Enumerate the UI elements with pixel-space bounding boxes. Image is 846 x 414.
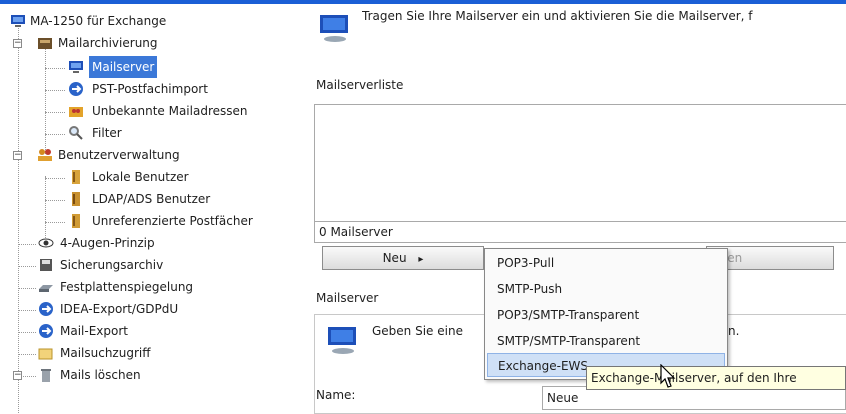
mailserver-list[interactable] bbox=[314, 104, 846, 222]
tree-label: Mail-Export bbox=[60, 324, 128, 338]
search-folder-icon bbox=[38, 345, 54, 361]
list-title: Mailserverliste bbox=[316, 78, 404, 92]
tree-item-mailarchivierung[interactable]: − Mailarchivierung bbox=[0, 32, 300, 54]
import-arrow-icon bbox=[68, 81, 84, 97]
tree-label: Sicherungsarchiv bbox=[60, 258, 164, 272]
users-warning-icon bbox=[68, 103, 84, 119]
tree-item-unreferenzierte[interactable]: Unreferenzierte Postfächer bbox=[0, 210, 310, 232]
mailbox-book-icon bbox=[68, 213, 84, 229]
harddrive-icon bbox=[38, 279, 54, 295]
tree-label: IDEA-Export/GDPdU bbox=[60, 302, 179, 316]
tree-item-ldap-benutzer[interactable]: LDAP/ADS Benutzer bbox=[0, 188, 300, 210]
trash-icon bbox=[38, 367, 54, 383]
collapse-icon[interactable]: − bbox=[13, 371, 22, 380]
tree-label: 4-Augen-Prinzip bbox=[60, 236, 155, 250]
disk-icon bbox=[38, 257, 54, 273]
menu-item-pop3-smtp-transparent[interactable]: POP3/SMTP-Transparent bbox=[487, 303, 725, 327]
directory-book-icon bbox=[68, 191, 84, 207]
tree-label: Filter bbox=[92, 126, 122, 140]
magnifier-icon bbox=[68, 125, 84, 141]
mailserver-large-icon bbox=[318, 12, 352, 44]
tree-label-selected: Mailserver bbox=[89, 56, 158, 78]
name-label: Name: bbox=[316, 388, 356, 402]
user-book-icon bbox=[68, 169, 84, 185]
name-field-value: Neue bbox=[547, 391, 579, 405]
mailserver-large-icon bbox=[326, 324, 360, 356]
mailserver-icon bbox=[68, 59, 84, 75]
navigation-tree[interactable]: MA-1250 für Exchange − Mailarchivierung … bbox=[0, 4, 310, 414]
menu-item-label: POP3/SMTP-Transparent bbox=[497, 308, 640, 322]
menu-item-pop3-pull[interactable]: POP3-Pull bbox=[487, 251, 725, 275]
tree-item-vier-augen[interactable]: 4-Augen-Prinzip bbox=[0, 232, 300, 254]
tree-label: MA-1250 für Exchange bbox=[30, 14, 167, 28]
archive-box-icon bbox=[37, 35, 53, 51]
tree-item-mailserver[interactable]: Mailserver bbox=[0, 56, 300, 78]
tree-item-benutzerverwaltung[interactable]: − Benutzerverwaltung bbox=[0, 144, 300, 166]
tree-item-sicherungsarchiv[interactable]: Sicherungsarchiv bbox=[0, 254, 300, 276]
tree-item-root[interactable]: MA-1250 für Exchange bbox=[0, 10, 300, 32]
mailserver-count: 0 Mailserver bbox=[319, 225, 393, 239]
tree-label: Festplattenspiegelung bbox=[60, 280, 194, 294]
section-intro: Geben Sie eine bbox=[372, 324, 463, 338]
tooltip: Exchange-Mailserver, auf den Ihre bbox=[586, 366, 846, 390]
tree-label: Unreferenzierte Postfächer bbox=[92, 214, 253, 228]
new-mailserver-menu[interactable]: POP3-Pull SMTP-Push POP3/SMTP-Transparen… bbox=[484, 248, 728, 380]
menu-item-smtp-push[interactable]: SMTP-Push bbox=[487, 277, 725, 301]
tree-item-idea-export[interactable]: IDEA-Export/GDPdU bbox=[0, 298, 300, 320]
menu-item-label: POP3-Pull bbox=[497, 256, 555, 270]
tree-label: PST-Postfachimport bbox=[92, 82, 208, 96]
tree-label: LDAP/ADS Benutzer bbox=[92, 192, 211, 206]
tree-item-unbekannte[interactable]: Unbekannte Mailadressen bbox=[0, 100, 310, 122]
menu-item-smtp-smtp-transparent[interactable]: SMTP/SMTP-Transparent bbox=[487, 329, 725, 353]
submenu-arrow-icon: ▸ bbox=[418, 254, 424, 265]
tree-label: Mailsuchzugriff bbox=[60, 346, 151, 360]
new-button[interactable]: Neu ▸ bbox=[322, 246, 484, 270]
list-status-bar: 0 Mailserver bbox=[314, 221, 846, 243]
tree-item-filter[interactable]: Filter bbox=[0, 122, 300, 144]
mouse-pointer-icon bbox=[660, 363, 680, 390]
menu-item-label: SMTP-Push bbox=[497, 282, 563, 296]
tree-item-mail-export[interactable]: Mail-Export bbox=[0, 320, 300, 342]
collapse-icon[interactable]: − bbox=[13, 151, 22, 160]
tree-label: Lokale Benutzer bbox=[92, 170, 189, 184]
monitor-icon bbox=[10, 13, 26, 29]
menu-item-label: Exchange-EWS bbox=[498, 359, 589, 373]
tree-label: Benutzerverwaltung bbox=[58, 148, 180, 162]
section-title: Mailserver bbox=[316, 291, 379, 305]
menu-item-label: SMTP/SMTP-Transparent bbox=[497, 334, 641, 348]
new-button-label: Neu bbox=[382, 251, 407, 265]
users-icon bbox=[37, 147, 53, 163]
tree-item-festplattenspiegelung[interactable]: Festplattenspiegelung bbox=[0, 276, 300, 298]
tree-item-pst-import[interactable]: PST-Postfachimport bbox=[0, 78, 300, 100]
export-arrow-icon bbox=[38, 323, 54, 339]
tree-item-mailsuchzugriff[interactable]: Mailsuchzugriff bbox=[0, 342, 300, 364]
tree-label: Mailarchivierung bbox=[58, 36, 158, 50]
tree-label: Unbekannte Mailadressen bbox=[92, 104, 248, 118]
eye-icon bbox=[38, 235, 54, 251]
collapse-icon[interactable]: − bbox=[13, 39, 22, 48]
export-arrow-icon bbox=[38, 301, 54, 317]
tree-item-lokale-benutzer[interactable]: Lokale Benutzer bbox=[0, 166, 300, 188]
tree-label: Mails löschen bbox=[60, 368, 141, 382]
tooltip-text: Exchange-Mailserver, auf den Ihre bbox=[591, 371, 797, 385]
tree-item-mails-loeschen[interactable]: − Mails löschen bbox=[0, 364, 300, 386]
intro-text: Tragen Sie Ihre Mailserver ein und aktiv… bbox=[362, 9, 753, 23]
section-intro-tail: n. bbox=[728, 324, 740, 338]
